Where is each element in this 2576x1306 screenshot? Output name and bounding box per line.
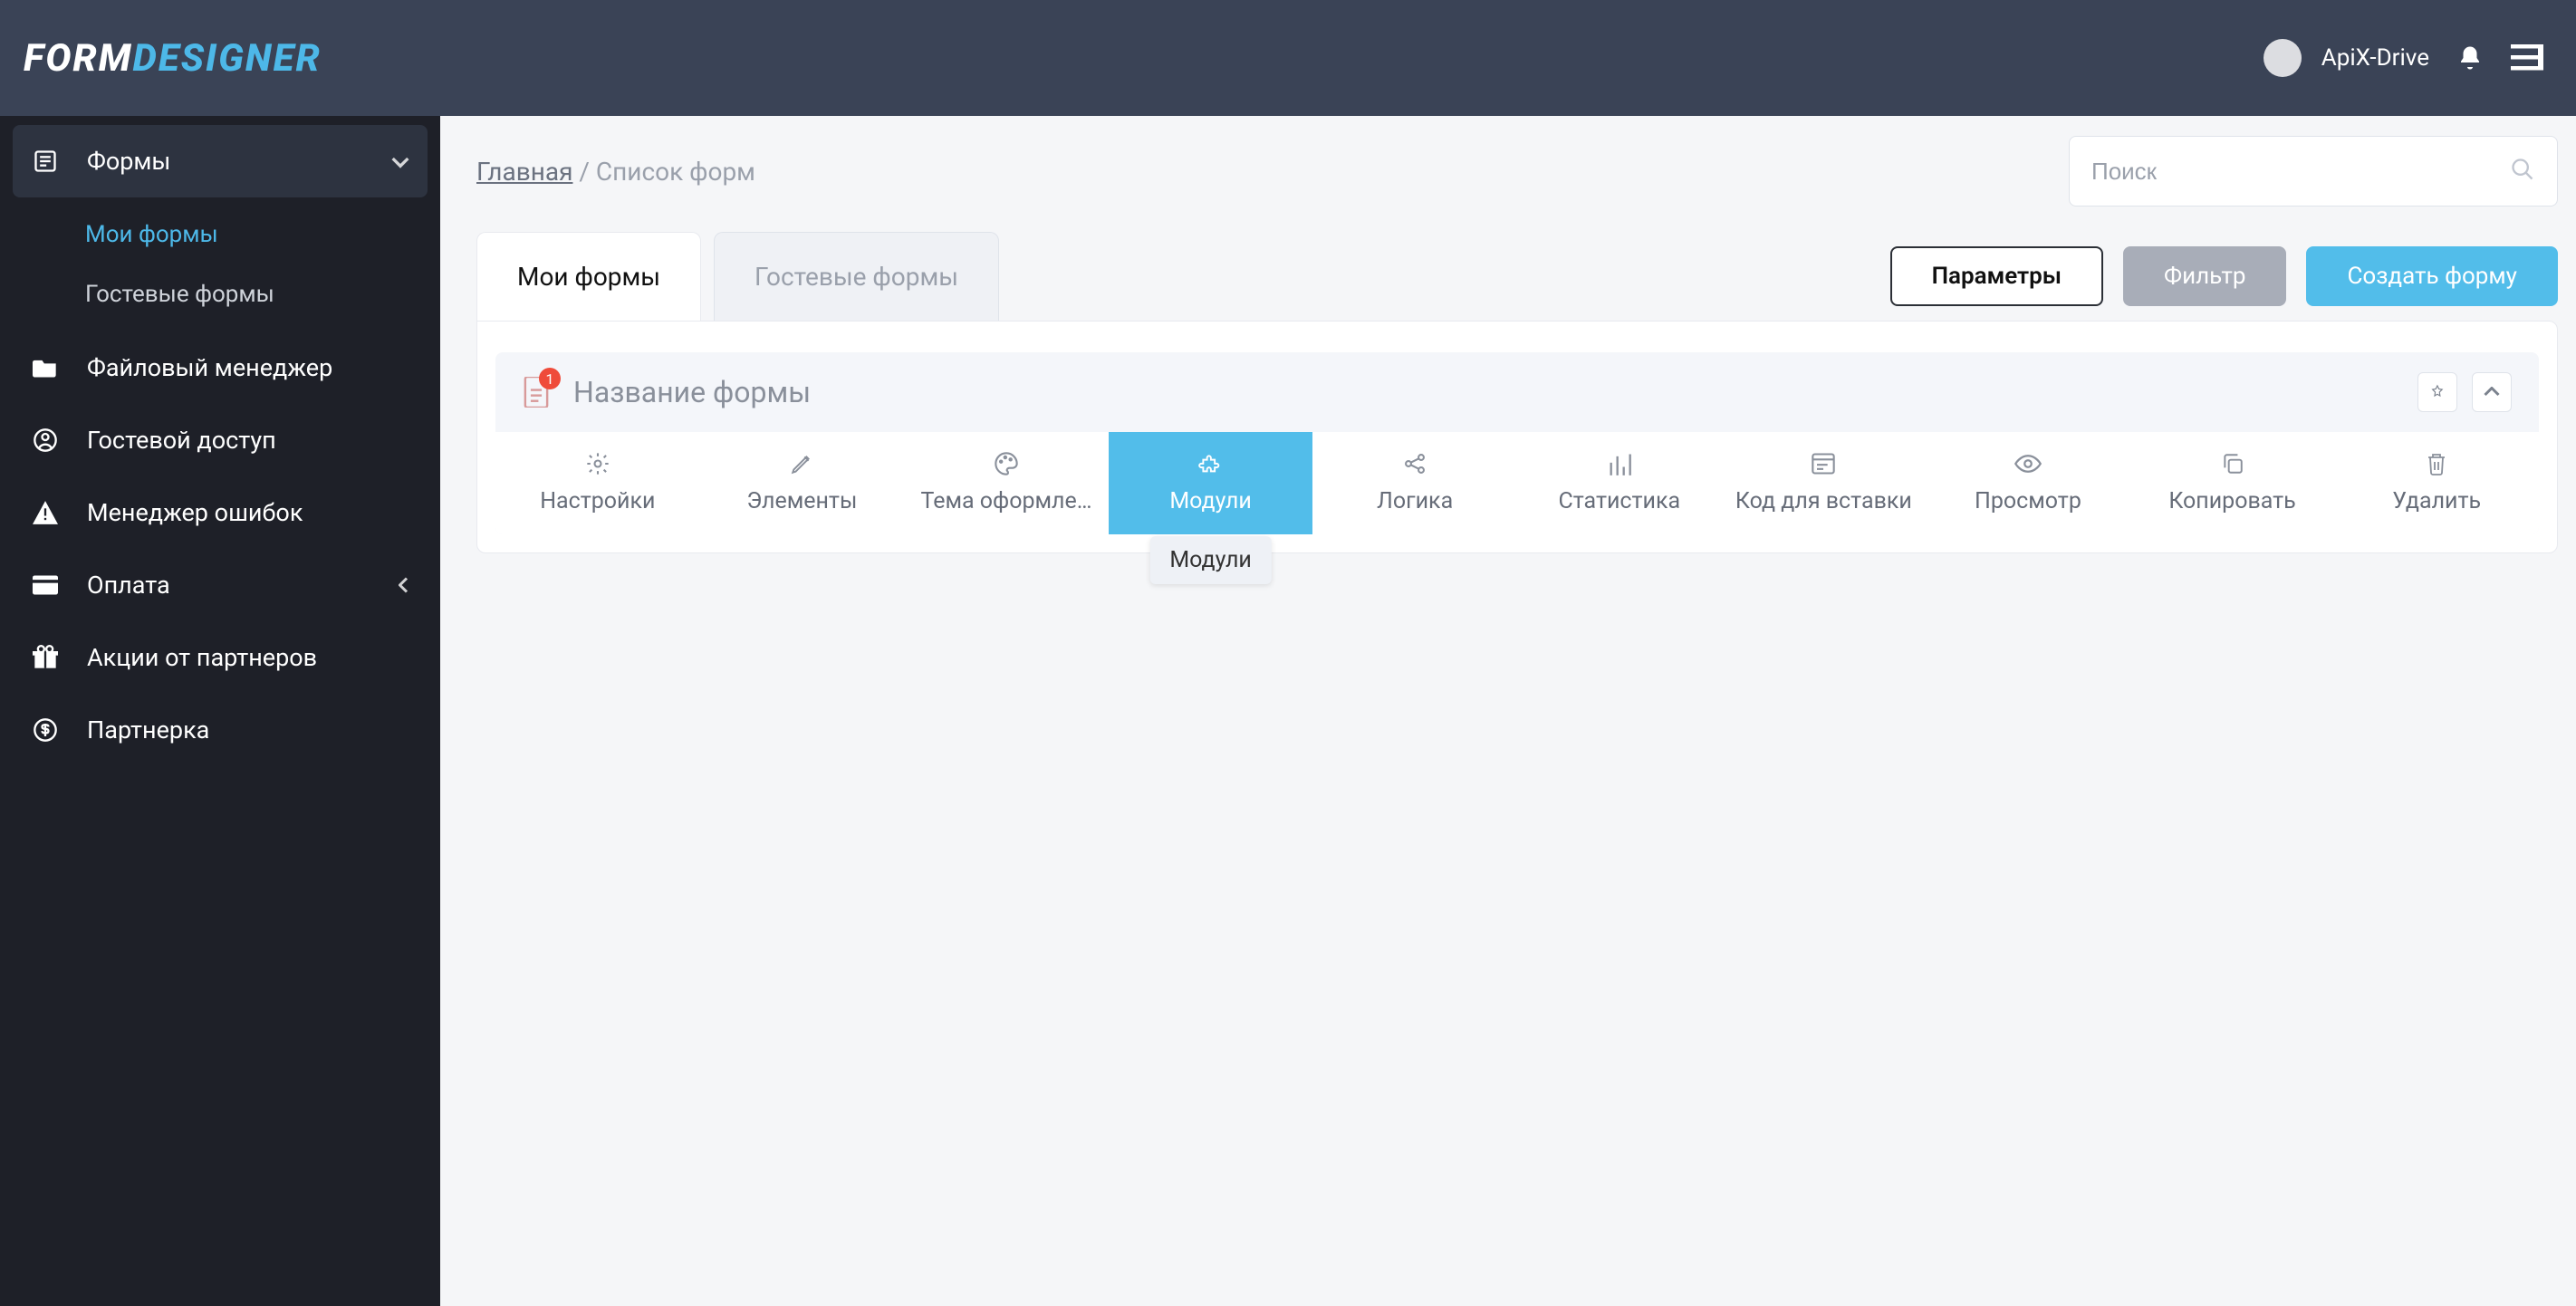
sidebar-subitem-guest-forms[interactable]: Гостевые формы [13, 264, 428, 324]
topbar-right: ApiX-Drive [2264, 39, 2543, 77]
pencil-icon [790, 450, 813, 477]
sidebar-item-partner-promo[interactable]: Акции от партнеров [13, 621, 428, 694]
create-form-button[interactable]: Создать форму [2306, 246, 2558, 306]
gift-icon [31, 643, 60, 672]
form-card-header: 1 Название формы [495, 352, 2539, 432]
top-header: FORMDESIGNER ApiX-Drive [0, 0, 2576, 116]
tool-embed-code[interactable]: Код для вставки [1722, 432, 1927, 534]
form-header-actions [2417, 372, 2512, 412]
gear-icon [585, 450, 610, 477]
filter-button[interactable]: Фильтр [2123, 246, 2286, 306]
sidebar-item-error-manager[interactable]: Менеджер ошибок [13, 476, 428, 549]
search-input[interactable] [2091, 158, 2495, 186]
tab-guest-forms[interactable]: Гостевые формы [714, 232, 999, 321]
tool-preview[interactable]: Просмотр [1926, 432, 2130, 534]
tabs-row: Мои формы Гостевые формы Параметры Фильт… [476, 232, 2558, 321]
chevron-down-icon [391, 147, 409, 176]
tab-my-forms[interactable]: Мои формы [476, 232, 701, 321]
puzzle-icon [1197, 450, 1225, 477]
card-icon [31, 571, 60, 600]
sidebar-item-guest-access[interactable]: Гостевой доступ [13, 404, 428, 476]
copy-icon [2221, 450, 2244, 477]
sidebar-item-label: Оплата [87, 571, 170, 600]
breadcrumb-home[interactable]: Главная [476, 157, 572, 187]
sidebar: Формы Мои формы Гостевые формы Файловый … [0, 116, 440, 1306]
search-icon [2510, 157, 2535, 186]
username: ApiX-Drive [2321, 44, 2429, 72]
share-icon [1402, 450, 1427, 477]
form-title[interactable]: Название формы [573, 375, 811, 409]
sidebar-forms-subitems: Мои формы Гостевые формы [13, 197, 428, 331]
tooltip: Модули [1149, 536, 1272, 584]
params-button[interactable]: Параметры [1890, 246, 2103, 306]
warning-icon [31, 498, 60, 527]
document-icon: 1 [523, 377, 550, 408]
sidebar-item-payment[interactable]: Оплата [13, 549, 428, 621]
sidebar-item-label: Гостевой доступ [87, 426, 276, 455]
form-icon [31, 147, 60, 176]
sidebar-item-label: Менеджер ошибок [87, 498, 303, 527]
search-box[interactable] [2069, 136, 2558, 206]
tool-logic[interactable]: Логика [1312, 432, 1517, 534]
bell-icon[interactable] [2456, 44, 2484, 72]
tool-elements[interactable]: Элементы [700, 432, 905, 534]
notification-badge: 1 [539, 368, 561, 389]
sidebar-item-label: Акции от партнеров [87, 643, 317, 672]
avatar [2264, 39, 2302, 77]
tool-settings[interactable]: Настройки [495, 432, 700, 534]
form-card: 1 Название формы Настройки [495, 352, 2539, 534]
eye-icon [2014, 450, 2042, 477]
breadcrumb-current: Список форм [596, 157, 755, 187]
logo-part1: FORM [24, 36, 132, 81]
sidebar-item-label: Партнерка [87, 715, 209, 744]
form-toolbar: Настройки Элементы Тема оформле… Мо [495, 432, 2539, 534]
main-content: Главная / Список форм Мои формы Гостевые… [440, 116, 2576, 1306]
palette-icon [994, 450, 1019, 477]
sidebar-item-label: Файловый менеджер [87, 353, 332, 382]
menu-icon[interactable] [2511, 44, 2543, 72]
sidebar-item-forms[interactable]: Формы [13, 125, 428, 197]
tool-delete[interactable]: Удалить [2334, 432, 2539, 534]
breadcrumb-row: Главная / Список форм [476, 136, 2558, 206]
sidebar-item-label: Формы [87, 147, 170, 176]
user-icon [31, 426, 60, 455]
tool-modules[interactable]: Модули Модули [1109, 432, 1313, 534]
pin-button[interactable] [2417, 372, 2457, 412]
logo[interactable]: FORMDESIGNER [24, 36, 322, 81]
sidebar-subitem-my-forms[interactable]: Мои формы [13, 205, 428, 264]
trash-icon [2426, 450, 2447, 477]
collapse-button[interactable] [2472, 372, 2512, 412]
chevron-left-icon [399, 571, 409, 600]
dollar-icon [31, 715, 60, 744]
user-area[interactable]: ApiX-Drive [2264, 39, 2429, 77]
tool-statistics[interactable]: Статистика [1517, 432, 1722, 534]
logo-part2: DESIGNER [132, 36, 321, 81]
breadcrumb: Главная / Список форм [476, 157, 755, 187]
folder-icon [31, 353, 60, 382]
tabs: Мои формы Гостевые формы [476, 232, 999, 321]
forms-card-area: 1 Название формы Настройки [476, 321, 2558, 553]
action-buttons: Параметры Фильтр Создать форму [1890, 246, 2558, 306]
bars-icon [1607, 450, 1632, 477]
tool-copy[interactable]: Копировать [2130, 432, 2335, 534]
snippet-icon [1811, 450, 1836, 477]
sidebar-item-affiliate[interactable]: Партнерка [13, 694, 428, 766]
sidebar-item-file-manager[interactable]: Файловый менеджер [13, 331, 428, 404]
tool-theme[interactable]: Тема оформле… [904, 432, 1109, 534]
breadcrumb-sep: / [579, 157, 590, 187]
